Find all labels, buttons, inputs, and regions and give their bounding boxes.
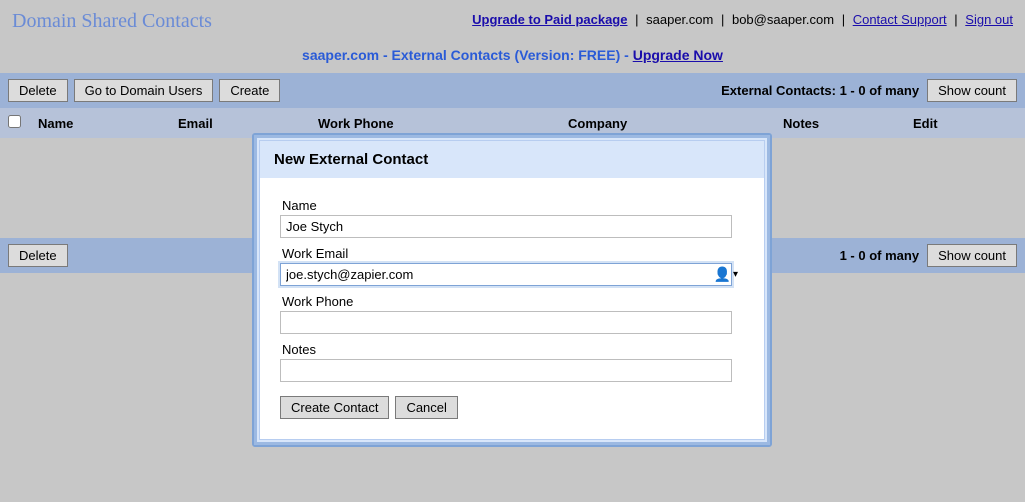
pager-label: 1 - 0 of many [840,248,919,263]
modal-title: New External Contact [260,141,764,178]
subtitle-row: saaper.com - External Contacts (Version:… [0,39,1025,73]
external-contacts-count-label: External Contacts: 1 - 0 of many [721,83,919,98]
work-phone-input[interactable] [280,311,732,334]
goto-domain-users-button[interactable]: Go to Domain Users [74,79,214,102]
work-phone-label: Work Phone [280,290,744,311]
upgrade-paid-link[interactable]: Upgrade to Paid package [472,12,627,27]
cancel-button[interactable]: Cancel [395,396,457,419]
work-email-label: Work Email [280,242,744,263]
create-button[interactable]: Create [219,79,280,102]
show-count-button-bottom[interactable]: Show count [927,244,1017,267]
select-all-checkbox[interactable] [8,115,21,128]
create-contact-button[interactable]: Create Contact [280,396,389,419]
name-label: Name [280,194,744,215]
modal-body: Name Work Email 👤 ▾ Work Phone [260,178,764,439]
domain-label: saaper.com [646,12,713,27]
chevron-down-icon: ▾ [733,269,738,280]
contact-picker[interactable]: 👤 ▾ [714,266,738,283]
delete-button-bottom[interactable]: Delete [8,244,68,267]
sign-out-link[interactable]: Sign out [965,12,1013,27]
column-email: Email [178,116,318,131]
column-notes: Notes [783,116,913,131]
column-work-phone: Work Phone [318,116,568,131]
work-email-input[interactable] [280,263,732,286]
new-contact-modal: New External Contact Name Work Email 👤 ▾ [252,133,772,447]
contact-support-link[interactable]: Contact Support [853,12,947,27]
top-bar: Domain Shared Contacts Upgrade to Paid p… [0,0,1025,39]
subtitle-text: saaper.com - External Contacts (Version:… [302,47,633,63]
notes-input[interactable] [280,359,732,382]
upgrade-now-link[interactable]: Upgrade Now [633,47,723,63]
top-links: Upgrade to Paid package | saaper.com | b… [472,10,1013,27]
user-email-label: bob@saaper.com [732,12,834,27]
name-input[interactable] [280,215,732,238]
show-count-button[interactable]: Show count [927,79,1017,102]
person-icon: 👤 [714,266,731,283]
column-edit: Edit [913,116,1017,131]
notes-label: Notes [280,338,744,359]
column-name: Name [38,116,178,131]
column-company: Company [568,116,783,131]
app-title: Domain Shared Contacts [12,10,212,33]
delete-button[interactable]: Delete [8,79,68,102]
main-toolbar: Delete Go to Domain Users Create Externa… [0,73,1025,108]
